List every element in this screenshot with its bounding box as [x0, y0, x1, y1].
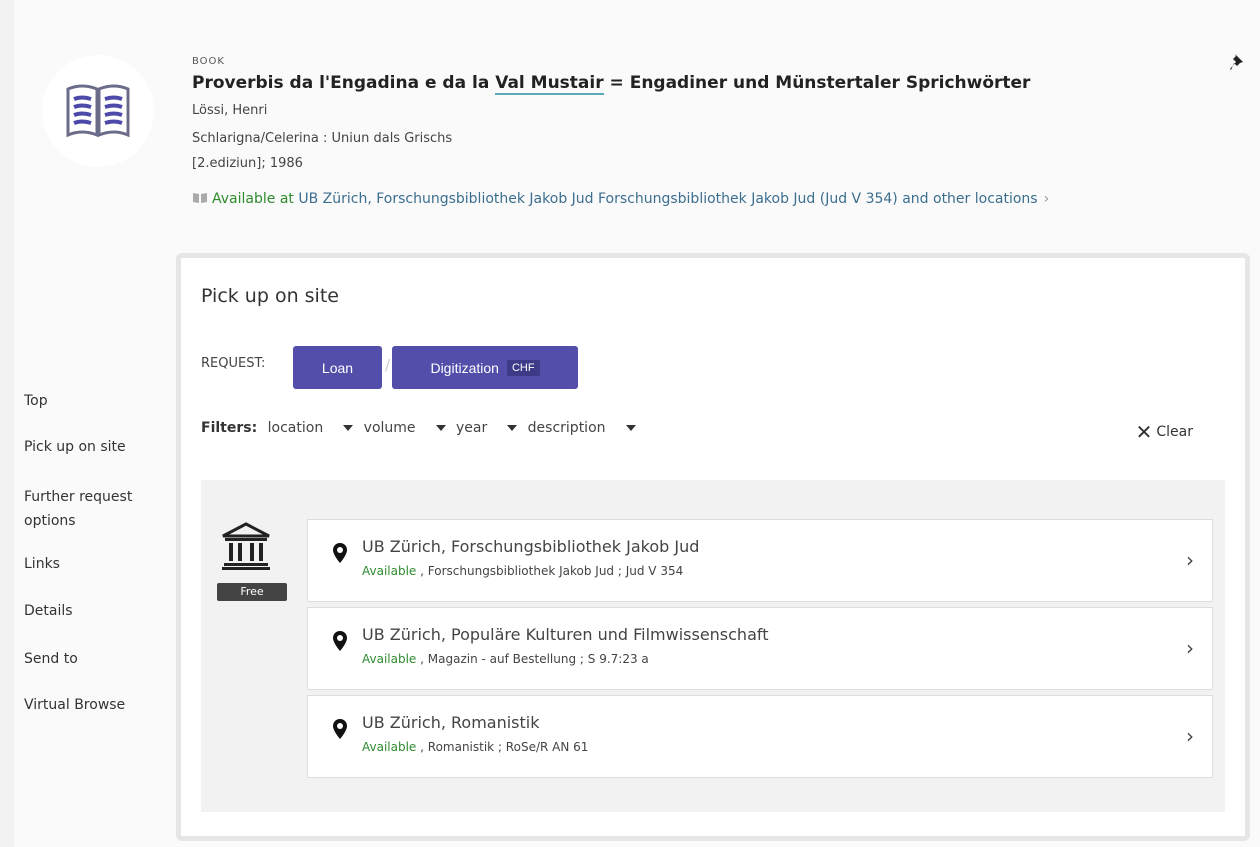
- panel-title: Pick up on site: [201, 285, 339, 307]
- filter-label: location: [267, 420, 324, 436]
- filters-bar: Filters: location volume year descriptio…: [201, 420, 636, 436]
- location-status: Available: [362, 564, 417, 578]
- side-nav-further-request[interactable]: Further request options: [0, 485, 150, 533]
- record-edition: [2.ediziun]; 1986: [192, 156, 303, 171]
- filter-label: description: [527, 420, 606, 436]
- caret-down-icon: [625, 425, 636, 431]
- record-publisher: Schlarigna/Celerina : Uniun dals Grischs: [192, 131, 453, 146]
- chevron-right-icon: ›: [1186, 548, 1194, 572]
- pick-up-panel: Pick up on site REQUEST: Loan / Digitiza…: [176, 253, 1250, 841]
- digitization-button[interactable]: Digitization CHF: [392, 346, 578, 389]
- map-pin-icon: [333, 543, 347, 563]
- loan-button[interactable]: Loan: [293, 346, 382, 389]
- location-item-jakob-jud[interactable]: UB Zürich, Forschungsbibliothek Jakob Ju…: [307, 519, 1213, 602]
- side-nav-virtual-browse[interactable]: Virtual Browse: [0, 696, 125, 715]
- title-highlight: Val Mustair: [495, 73, 604, 95]
- record-thumbnail[interactable]: [42, 55, 154, 167]
- filter-volume[interactable]: volume: [364, 420, 446, 436]
- request-box: REQUEST: Loan / Digitization CHF Filters:…: [201, 330, 1225, 478]
- location-name: UB Zürich, Forschungsbibliothek Jakob Ju…: [362, 537, 700, 556]
- location-call-number: , Romanistik ; RoSe/R AN 61: [416, 740, 589, 754]
- chf-badge: CHF: [506, 359, 540, 376]
- map-pin-icon: [333, 719, 347, 739]
- record-type: BOOK: [192, 56, 225, 67]
- availability-status: Available at: [212, 191, 294, 207]
- clear-filters-button[interactable]: ✕ Clear: [1136, 420, 1193, 444]
- filter-location[interactable]: location: [268, 420, 354, 436]
- chevron-right-icon: ›: [1043, 191, 1050, 207]
- side-nav-top[interactable]: Top: [0, 392, 48, 411]
- title-part: Proverbis da l'Engadina e da la: [192, 73, 496, 93]
- location-item-romanistik[interactable]: UB Zürich, Romanistik Available , Romani…: [307, 695, 1213, 778]
- close-icon: ✕: [1135, 420, 1153, 444]
- title-part: = Engadiner und Münstertaler Sprichwörte…: [603, 73, 1031, 93]
- pushpin-icon[interactable]: [1228, 52, 1248, 72]
- chevron-right-icon: ›: [1186, 724, 1194, 748]
- divider: /: [385, 356, 391, 374]
- location-call-number: , Forschungsbibliothek Jakob Jud ; Jud V…: [416, 564, 684, 578]
- request-label: REQUEST:: [201, 356, 266, 371]
- location-status: Available: [362, 652, 417, 666]
- side-nav-pick-up[interactable]: Pick up on site: [0, 438, 126, 457]
- location-detail: Available , Forschungsbibliothek Jakob J…: [362, 564, 683, 578]
- location-status: Available: [362, 740, 417, 754]
- location-name: UB Zürich, Romanistik: [362, 713, 540, 732]
- free-badge: Free: [217, 583, 287, 601]
- map-pin-icon: [333, 631, 347, 651]
- location-detail: Available , Romanistik ; RoSe/R AN 61: [362, 740, 588, 754]
- availability-location[interactable]: UB Zürich, Forschungsbibliothek Jakob Ju…: [298, 191, 1037, 207]
- library-building-icon: [222, 522, 270, 570]
- chevron-right-icon: ›: [1186, 636, 1194, 660]
- filter-description[interactable]: description: [528, 420, 636, 436]
- record-title[interactable]: Proverbis da l'Engadina e da la Val Must…: [192, 73, 1031, 95]
- caret-down-icon: [343, 425, 354, 431]
- filter-year[interactable]: year: [455, 420, 518, 436]
- digitization-label: Digitization: [430, 359, 499, 376]
- book-icon: [193, 193, 207, 203]
- filter-label: year: [455, 420, 488, 436]
- holdings-list: Free UB Zürich, Forschungsbibliothek Jak…: [201, 480, 1225, 812]
- clear-label: Clear: [1156, 424, 1193, 440]
- side-nav-links[interactable]: Links: [0, 555, 60, 574]
- side-nav-details[interactable]: Details: [0, 602, 73, 621]
- location-detail: Available , Magazin - auf Bestellung ; S…: [362, 652, 649, 666]
- book-open-icon: [66, 84, 130, 138]
- side-nav-send-to[interactable]: Send to: [0, 650, 78, 669]
- filter-label: volume: [363, 420, 416, 436]
- record-author[interactable]: Lössi, Henri: [192, 103, 267, 118]
- caret-down-icon: [435, 425, 446, 431]
- location-item-populaere-kulturen[interactable]: UB Zürich, Populäre Kulturen und Filmwis…: [307, 607, 1213, 690]
- loan-label: Loan: [321, 359, 354, 376]
- location-name: UB Zürich, Populäre Kulturen und Filmwis…: [362, 625, 769, 644]
- availability-line[interactable]: Available at UB Zürich, Forschungsbiblio…: [192, 191, 1049, 207]
- filters-label: Filters:: [201, 420, 258, 436]
- location-call-number: , Magazin - auf Bestellung ; S 9.7:23 a: [416, 652, 649, 666]
- caret-down-icon: [507, 425, 518, 431]
